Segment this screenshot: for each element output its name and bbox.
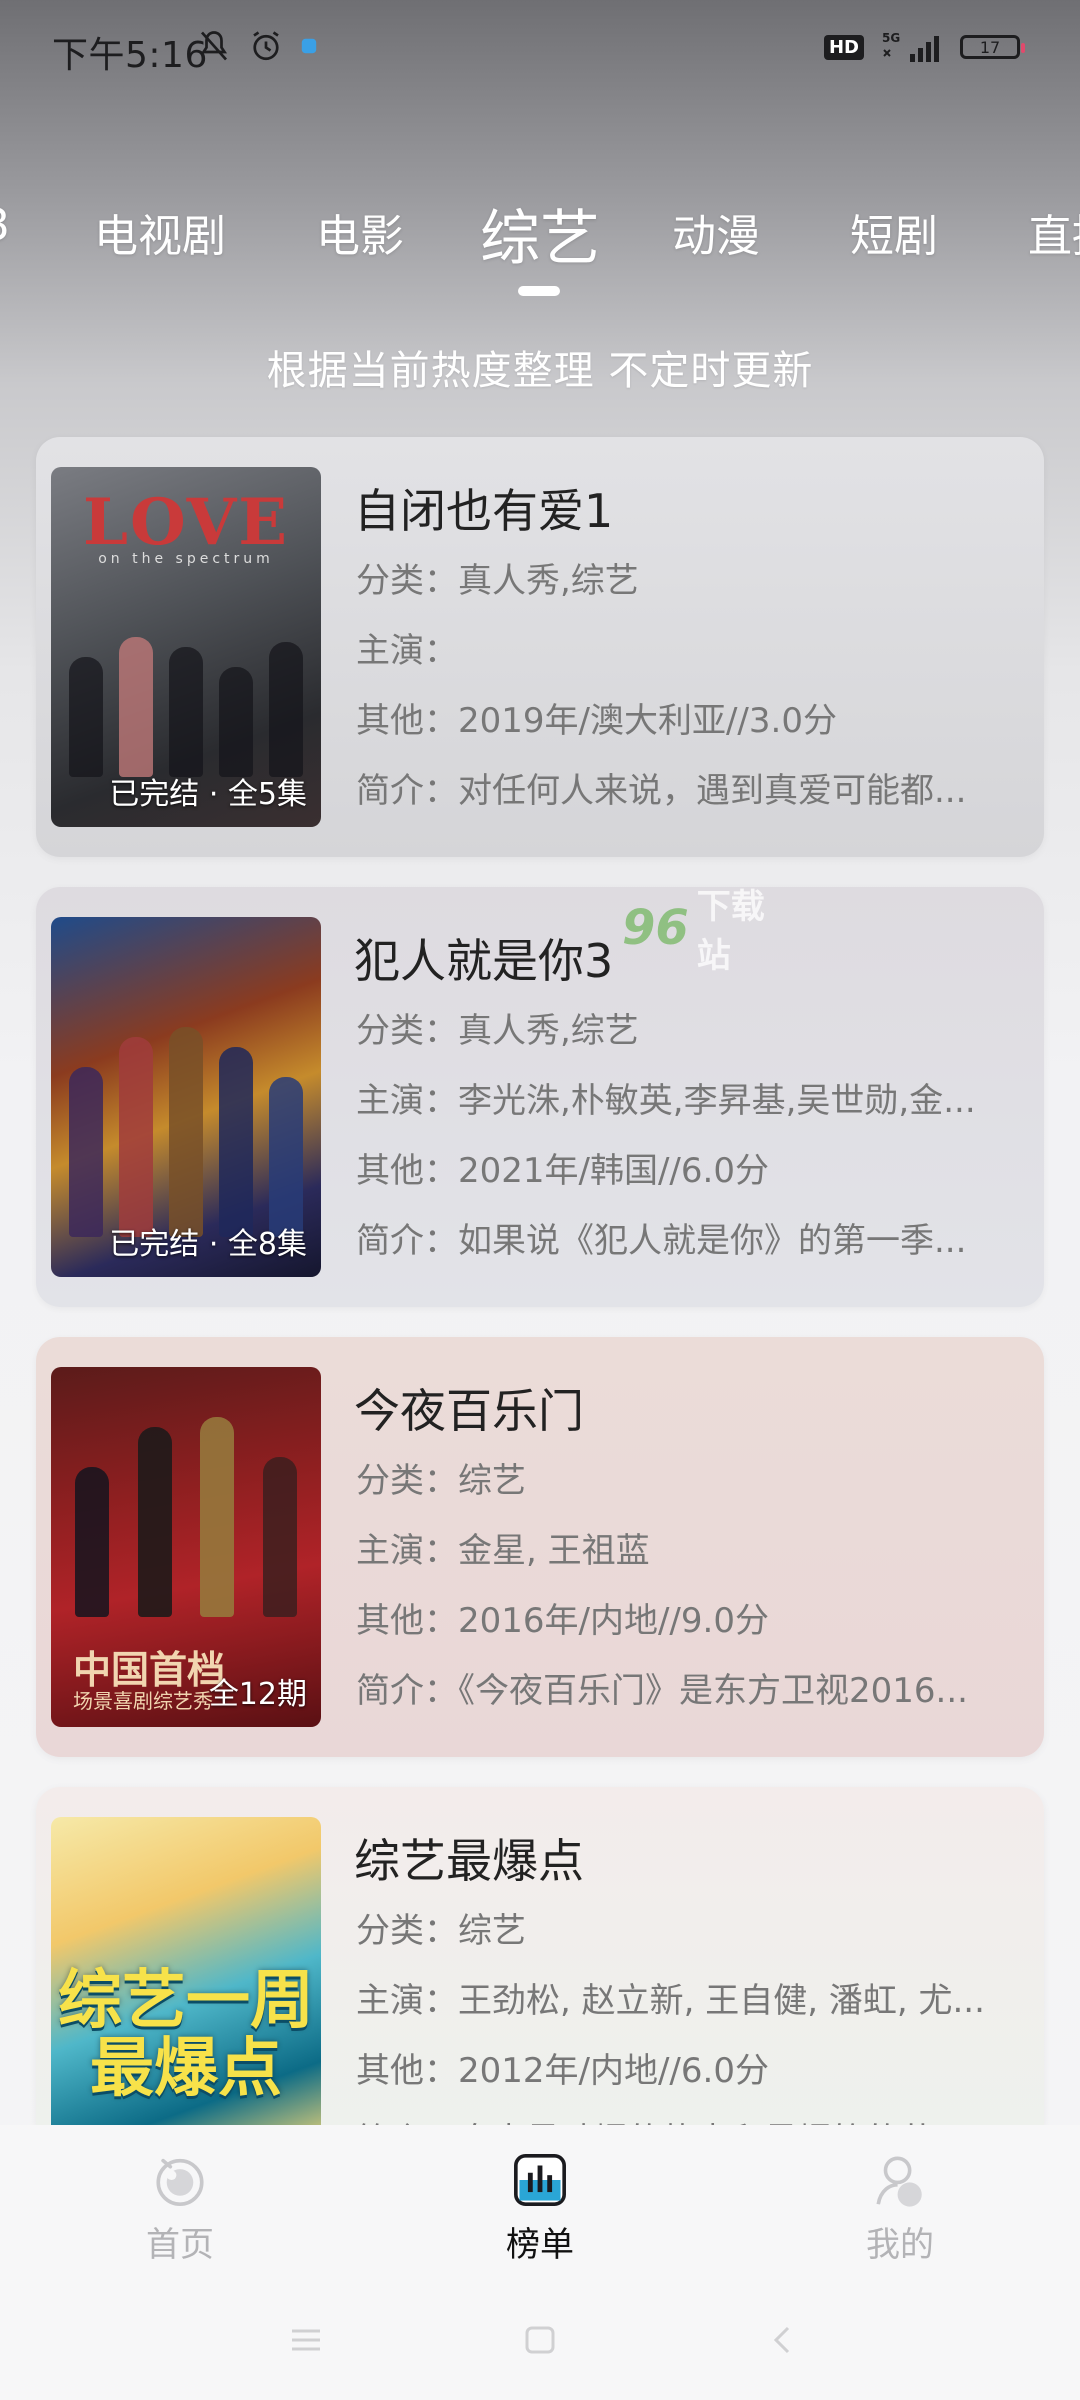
card-intro: 简介：《今夜百乐门》是东方卫视2016... (356, 1671, 968, 1711)
card-cast: 主演：金星, 王祖蓝 (356, 1531, 650, 1571)
rank-card[interactable]: LOVE on the spectrum 已完结 · 全5集 自闭也有爱1 分类… (36, 437, 1044, 857)
app-notification-icon (301, 38, 317, 54)
poster-figures (61, 627, 311, 777)
episode-badge: 全12期 (208, 1677, 307, 1712)
nav-rank[interactable]: 榜单 (460, 2151, 620, 2266)
card-cast: 主演：李光洙,朴敏英,李昇基,吴世勋,金... (356, 1081, 976, 1121)
card-category: 分类：综艺 (356, 1461, 526, 1501)
home-square-icon[interactable] (524, 2325, 556, 2355)
nav-home[interactable]: 首页 (100, 2151, 260, 2266)
nav-home-label: 首页 (146, 2225, 214, 2265)
poster-figures (61, 1017, 311, 1237)
card-category: 分类：综艺 (356, 1911, 526, 1951)
card-intro: 简介：如果说《犯人就是你》的第一季... (356, 1221, 967, 1261)
card-cast: 主演：王劲松, 赵立新, 王自健, 潘虹, 尤... (356, 1981, 985, 2021)
card-title: 综艺最爆点 (354, 1834, 584, 1888)
tab-movie[interactable]: 电影 (316, 200, 404, 264)
card-category: 分类：真人秀,综艺 (356, 561, 639, 601)
rank-card[interactable]: 综艺一周 最爆点 综艺最爆点 分类：综艺 主演：王劲松, 赵立新, 王自健, 潘… (36, 1787, 1044, 2127)
alarm-icon (253, 31, 279, 61)
tab-indicator (518, 286, 560, 296)
rank-chart-icon (514, 2154, 566, 2206)
card-other: 其他：2019年/澳大利亚//3.0分 (356, 701, 837, 741)
tab-live[interactable]: 直播 (1028, 200, 1080, 264)
system-nav-bar (0, 2315, 1080, 2365)
signal-icon: 5G (882, 31, 939, 62)
status-icons-right: HD 5G 17 (823, 30, 1025, 64)
poster-image: LOVE on the spectrum 已完结 · 全5集 (51, 467, 321, 827)
card-other: 其他：2012年/内地//6.0分 (356, 2051, 769, 2091)
nav-rank-label: 榜单 (506, 2225, 574, 2265)
watermark-text: 下载站 (696, 887, 765, 976)
status-bar: 下午5:16 HD 5G 17 (0, 0, 1080, 100)
card-title: 自闭也有爱1 (354, 484, 614, 538)
menu-icon[interactable] (290, 2325, 322, 2355)
home-icon (156, 2158, 204, 2206)
nav-mine[interactable]: 我的 (820, 2151, 980, 2266)
rank-card[interactable]: 已完结 · 全8集 犯人就是你3 分类：真人秀,综艺 主演：李光洙,朴敏英,李昇… (36, 887, 1044, 1307)
episode-badge: 已完结 · 全5集 (109, 777, 307, 812)
card-cast: 主演： (356, 631, 458, 671)
poster-image: 已完结 · 全8集 (51, 917, 321, 1277)
poster-big-art: 综艺一周 最爆点 (58, 1964, 314, 2106)
category-tabs: 3 电视剧 电影 综艺 动漫 短剧 直播 (0, 200, 1080, 300)
card-other: 其他：2016年/内地//9.0分 (356, 1601, 769, 1641)
watermark-logo: 96 下载站 (622, 887, 792, 976)
battery-level: 17 (979, 37, 1001, 57)
poster-image: 综艺一周 最爆点 (51, 1817, 321, 2127)
tab-partial-left[interactable]: 3 (0, 200, 10, 251)
profile-icon (876, 2156, 922, 2207)
card-title: 犯人就是你3 (354, 934, 614, 988)
battery-icon: 17 (960, 35, 1025, 59)
poster-cn-sub-art: 场景喜剧综艺秀 (73, 1689, 213, 1713)
poster-sub-art: on the spectrum (98, 551, 274, 567)
episode-badge: 已完结 · 全8集 (109, 1227, 307, 1262)
tab-anime[interactable]: 动漫 (672, 200, 760, 264)
tab-short-drama[interactable]: 短剧 (850, 200, 938, 264)
back-icon[interactable] (766, 2325, 798, 2355)
poster-figures (61, 1417, 311, 1617)
tab-tv[interactable]: 电视剧 (94, 200, 226, 264)
mute-bell-icon (200, 31, 228, 61)
rank-card[interactable]: 中国首档 场景喜剧综艺秀 全12期 今夜百乐门 分类：综艺 主演：金星, 王祖蓝… (36, 1337, 1044, 1757)
status-icons-left (196, 28, 318, 64)
card-other: 其他：2021年/韩国//6.0分 (356, 1151, 769, 1191)
nav-mine-label: 我的 (866, 2225, 934, 2265)
subtitle: 根据当前热度整理 不定时更新 (266, 348, 814, 394)
status-time: 下午5:16 (52, 35, 208, 76)
watermark-nums: 96 (622, 900, 689, 956)
tab-variety[interactable]: 综艺 (480, 200, 600, 277)
svg-text:5G: 5G (882, 31, 900, 45)
card-intro: 简介：对任何人来说，遇到真爱可能都... (356, 771, 967, 811)
card-title: 今夜百乐门 (354, 1384, 584, 1438)
poster-title-art: LOVE (82, 485, 290, 560)
poster-image: 中国首档 场景喜剧综艺秀 全12期 (51, 1367, 321, 1727)
hd-badge: HD (823, 34, 864, 60)
card-category: 分类：真人秀,综艺 (356, 1011, 639, 1051)
